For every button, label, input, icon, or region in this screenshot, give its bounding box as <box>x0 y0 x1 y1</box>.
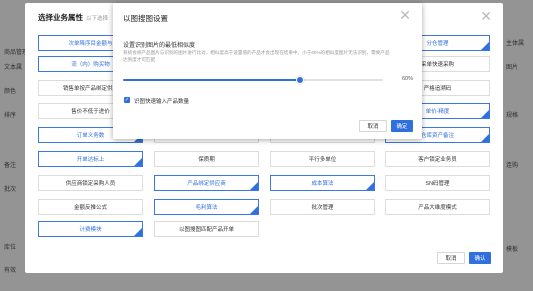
attribute-option[interactable]: 客户锁定业务员 <box>385 151 490 167</box>
attribute-option[interactable]: 开单达标上 <box>38 151 143 167</box>
dialog-title: 以图搜图设置 <box>123 14 168 23</box>
attribute-option[interactable]: 以图搜图匹配产品开单 <box>154 221 259 237</box>
attribute-option[interactable]: 成本算法 <box>270 175 375 191</box>
attribute-option[interactable]: 产品大维度模式 <box>385 199 490 215</box>
attribute-option[interactable]: SN码管理 <box>385 175 490 191</box>
attribute-option[interactable]: 产品绑定供应商 <box>154 175 259 191</box>
attribute-option[interactable]: 计费模块 <box>38 221 143 237</box>
similarity-slider[interactable] <box>123 76 383 84</box>
attribute-option[interactable]: 毛利算法 <box>154 199 259 215</box>
slider-fill <box>123 79 300 81</box>
similarity-setting-label: 设置识别图片的最低相似度 <box>123 43 196 49</box>
dialog-cancel-button[interactable]: 取消 <box>359 120 387 132</box>
modal-title-text: 选择业务属性 <box>38 13 83 22</box>
close-icon[interactable]: ✕ <box>480 9 492 23</box>
dialog-confirm-button[interactable]: 确定 <box>391 120 413 132</box>
quick-quantity-checkbox[interactable]: ✓ <box>124 97 130 103</box>
modal-confirm-button[interactable]: 确认 <box>469 252 491 264</box>
attribute-option[interactable]: 保质期 <box>154 151 259 167</box>
quick-quantity-label: 识图快速输入产品数量 <box>134 99 190 105</box>
attribute-option[interactable]: 批次管理 <box>270 199 375 215</box>
modal-title: 选择业务属性 以下选择 <box>38 12 108 23</box>
similarity-description: 系统会将产品图片与识别的图片进行比对，相似度高于设置值的产品才会出现在结果中，小… <box>123 50 390 62</box>
attribute-option[interactable]: 平行多单位 <box>270 151 375 167</box>
modal-cancel-button[interactable]: 取消 <box>437 252 465 264</box>
modal-subtitle: 以下选择 <box>86 16 109 22</box>
attribute-option[interactable]: 供应商锁定采购人员 <box>38 175 143 191</box>
close-icon[interactable]: ✕ <box>399 8 411 22</box>
slider-handle[interactable] <box>296 76 304 84</box>
image-search-settings-dialog: 以图搜图设置 ✕ 设置识别图片的最低相似度 系统会将产品图片与识别的图片进行比对… <box>113 3 422 139</box>
attribute-option[interactable]: 金额反推公式 <box>38 199 143 215</box>
similarity-value: 60% <box>402 76 414 82</box>
